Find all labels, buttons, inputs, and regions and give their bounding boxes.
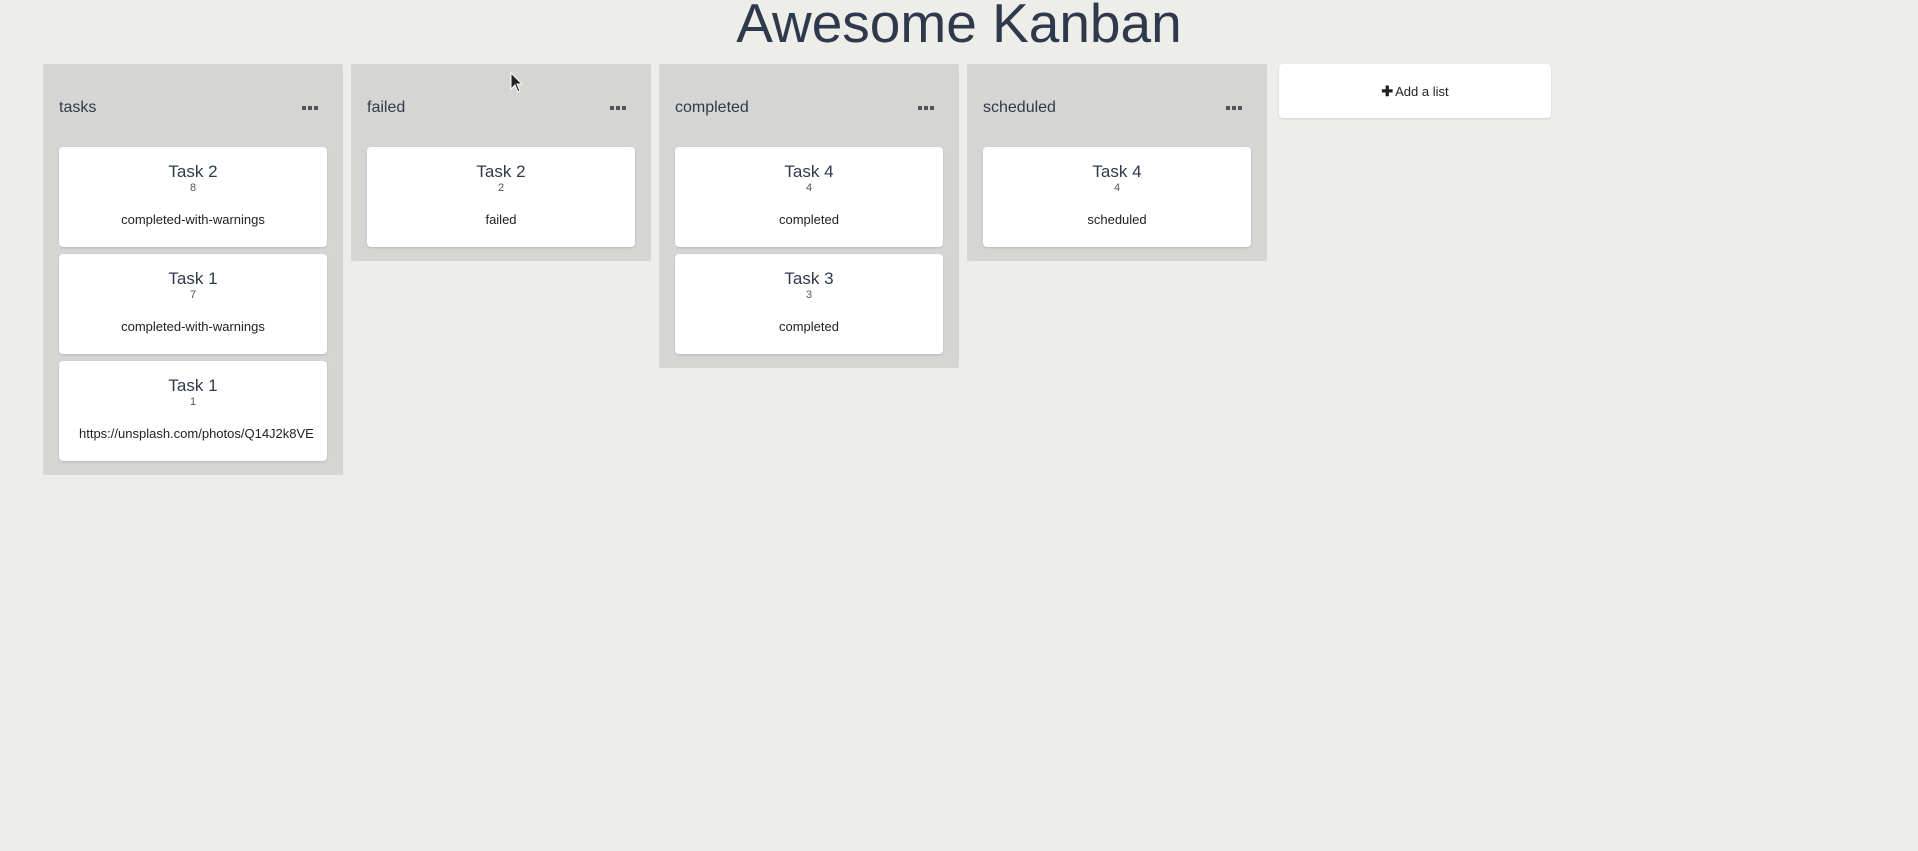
list-header: completed (675, 64, 943, 140)
card-description: completed-with-warnings (121, 319, 265, 334)
card-title: Task 4 (784, 162, 834, 181)
task-card[interactable]: Task 2 2 failed (367, 147, 635, 247)
task-card[interactable]: Task 1 1 https://unsplash.com/photos/Q14… (59, 361, 327, 461)
task-card[interactable]: Task 2 8 completed-with-warnings (59, 147, 327, 247)
dots-icon (1226, 106, 1230, 110)
card-description: scheduled (1087, 212, 1147, 227)
page-title: Awesome Kanban (736, 0, 1182, 53)
list-title: scheduled (983, 99, 1056, 116)
dots-icon (610, 106, 614, 110)
dots-icon (1232, 106, 1236, 110)
card-id: 4 (805, 182, 813, 194)
list-scheduled: scheduled Task 4 4 scheduled (967, 64, 1267, 261)
card-id: 7 (189, 289, 197, 301)
card-id: 8 (189, 182, 197, 194)
task-card[interactable]: Task 3 3 completed (675, 254, 943, 354)
card-description: completed (779, 212, 839, 227)
list-menu-button[interactable] (607, 100, 629, 116)
dots-icon (1238, 106, 1242, 110)
card-title: Task 3 (784, 269, 834, 288)
list-menu-button[interactable] (299, 100, 321, 116)
card-title: Task 1 (168, 376, 218, 395)
mouse-cursor-icon (510, 72, 524, 93)
list-tasks: tasks Task 2 8 completed-with-warnings T… (43, 64, 343, 475)
card-description: https://unsplash.com/photos/Q14J2k8VE (79, 426, 314, 441)
task-card[interactable]: Task 4 4 scheduled (983, 147, 1251, 247)
task-card[interactable]: Task 4 4 completed (675, 147, 943, 247)
card-title: Task 2 (476, 162, 526, 181)
dots-icon (930, 106, 934, 110)
list-title: tasks (59, 99, 97, 116)
add-list-label: Add a list (1395, 83, 1449, 99)
card-description: completed-with-warnings (121, 212, 265, 227)
list-header: tasks (59, 64, 327, 140)
card-id: 3 (805, 289, 813, 301)
list-title: completed (675, 99, 749, 116)
dots-icon (918, 106, 922, 110)
list-header: scheduled (983, 64, 1251, 140)
list-title: failed (367, 99, 406, 116)
list-failed: failed Task 2 2 failed (351, 64, 651, 261)
card-description: failed (485, 212, 517, 227)
dots-icon (622, 106, 626, 110)
list-menu-button[interactable] (1223, 100, 1245, 116)
dots-icon (616, 106, 620, 110)
card-title: Task 1 (168, 269, 218, 288)
card-id: 1 (189, 396, 197, 408)
add-list-button[interactable]: ✚ Add a list (1279, 64, 1551, 118)
kanban-board: tasks Task 2 8 completed-with-warnings T… (43, 64, 1551, 475)
dots-icon (924, 106, 928, 110)
card-title: Task 2 (168, 162, 218, 181)
dots-icon (302, 106, 306, 110)
task-card[interactable]: Task 1 7 completed-with-warnings (59, 254, 327, 354)
plus-icon: ✚ (1381, 82, 1394, 99)
card-title: Task 4 (1092, 162, 1142, 181)
dots-icon (308, 106, 312, 110)
list-menu-button[interactable] (915, 100, 937, 116)
dots-icon (314, 106, 318, 110)
list-completed: completed Task 4 4 completed Task 3 3 co… (659, 64, 959, 368)
card-description: completed (779, 319, 839, 334)
card-id: 2 (497, 182, 505, 194)
list-header: failed (367, 64, 635, 140)
card-id: 4 (1113, 182, 1121, 194)
